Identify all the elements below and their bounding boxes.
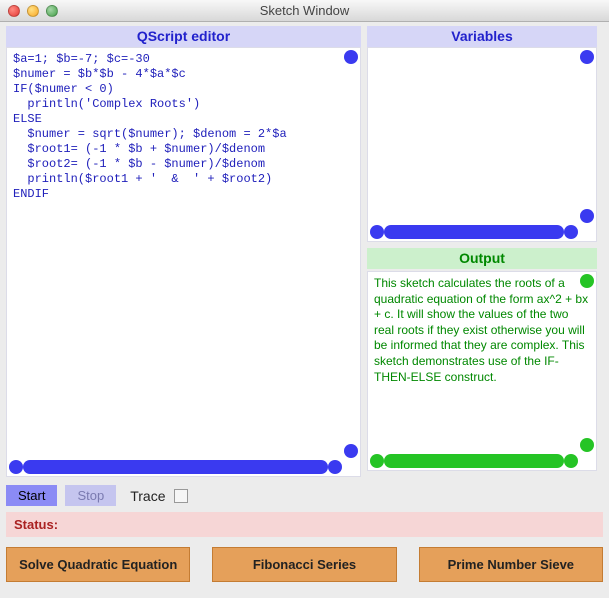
variables-scrollbar-v[interactable] [580,50,594,223]
output-header: Output [367,248,597,269]
controls-row: Start Stop Trace [6,483,603,508]
editor-scrollbar-v[interactable] [344,50,358,458]
variables-header: Variables [367,26,597,47]
output-panel[interactable]: This sketch calculates the roots of a qu… [367,271,597,471]
variables-scrollbar-h[interactable] [370,225,578,239]
solve-quadratic-button[interactable]: Solve Quadratic Equation [6,547,190,582]
zoom-icon[interactable] [46,5,58,17]
editor-scrollbar-h[interactable] [9,460,342,474]
stop-button[interactable]: Stop [65,485,116,506]
output-scrollbar-v[interactable] [580,274,594,452]
editor-panel[interactable]: $a=1; $b=-7; $c=-30 $numer = $b*$b - 4*$… [6,47,361,477]
window-title: Sketch Window [0,3,609,18]
trace-checkbox[interactable] [174,489,188,503]
editor-code[interactable]: $a=1; $b=-7; $c=-30 $numer = $b*$b - 4*$… [7,48,360,206]
status-bar: Status: [6,512,603,537]
trace-label: Trace [130,488,165,504]
prime-sieve-button[interactable]: Prime Number Sieve [419,547,603,582]
minimize-icon[interactable] [27,5,39,17]
window-titlebar: Sketch Window [0,0,609,22]
output-scrollbar-h[interactable] [370,454,578,468]
output-text: This sketch calculates the roots of a qu… [368,272,596,389]
status-label: Status: [14,517,58,532]
variables-panel[interactable] [367,47,597,242]
start-button[interactable]: Start [6,485,57,506]
editor-header: QScript editor [6,26,361,47]
close-icon[interactable] [8,5,20,17]
fibonacci-button[interactable]: Fibonacci Series [212,547,396,582]
